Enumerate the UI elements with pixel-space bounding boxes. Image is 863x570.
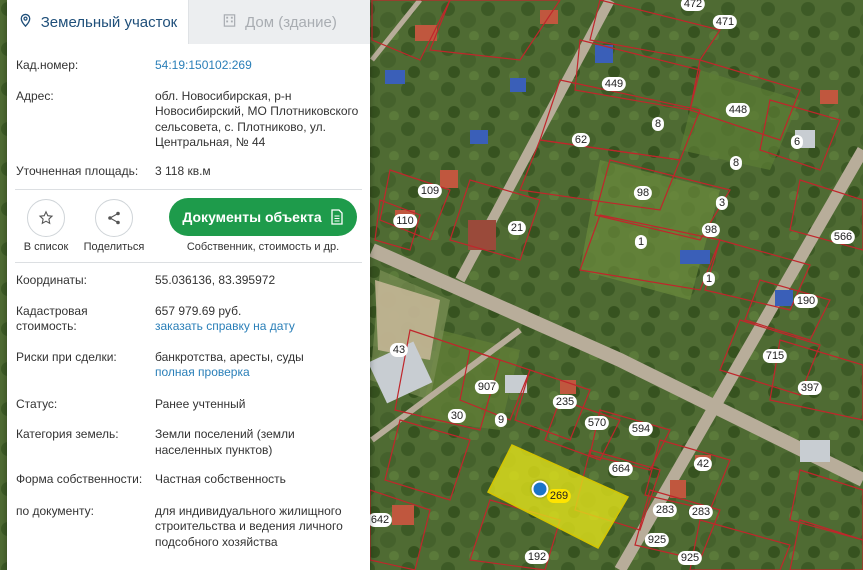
parcel-label[interactable]: 42 <box>693 457 713 471</box>
status-value: Ранее учтенный <box>155 396 246 411</box>
field-label: Кад.номер: <box>16 58 79 72</box>
by-document-value: для индивидуального жилищного строительс… <box>155 503 343 549</box>
risks-value: банкротства, аресты, суды <box>155 349 304 364</box>
order-certificate-link[interactable]: заказать справку на дату <box>155 319 362 335</box>
parcel-label[interactable]: 1 <box>634 235 648 249</box>
coordinates-value: 55.036136, 83.395972 <box>155 273 276 287</box>
land-category-value: Земли поселений (земли населенных пункто… <box>155 427 295 457</box>
divider <box>15 189 362 190</box>
ownership-value: Частная собственность <box>155 472 286 486</box>
highlighted-parcel-label[interactable]: 269 <box>546 489 572 503</box>
tab-label: Дом (здание) <box>245 13 337 31</box>
parcel-label[interactable]: 664 <box>608 462 634 476</box>
parcel-label[interactable]: 30 <box>447 409 467 423</box>
parcel-label[interactable]: 8 <box>729 156 743 170</box>
parcel-label[interactable]: 925 <box>677 551 703 565</box>
land-category-row: Категория земель: Земли поселений (земли… <box>15 427 370 458</box>
parcel-label[interactable]: 471 <box>712 15 738 29</box>
parcel-label[interactable]: 283 <box>688 505 714 519</box>
divider <box>15 262 362 263</box>
parcel-label[interactable]: 594 <box>628 422 654 436</box>
parcel-label[interactable]: 8 <box>651 117 665 131</box>
field-label: Координаты: <box>16 273 87 287</box>
cadastral-value-amount: 657 979.69 руб. <box>155 303 242 318</box>
property-info-panel: Земельный участок Дом (здание) Кад.номер… <box>7 0 370 570</box>
object-documents-button[interactable]: Документы объекта <box>169 198 357 236</box>
parcel-label[interactable]: 566 <box>830 230 856 244</box>
document-icon <box>330 209 343 225</box>
address-value: обл. Новосибирская, р-н Новосибирский, М… <box>155 88 359 150</box>
parcel-label[interactable]: 570 <box>584 416 610 430</box>
parcel-label[interactable]: 6 <box>790 135 804 149</box>
parcel-label[interactable]: 3 <box>715 196 729 210</box>
star-icon <box>38 210 54 225</box>
status-row: Статус: Ранее учтенный <box>15 397 370 413</box>
area-row: Уточненная площадь: 3 118 кв.м <box>15 164 370 180</box>
parcel-label[interactable]: 449 <box>601 77 627 91</box>
parcel-label[interactable]: 109 <box>417 184 443 198</box>
by-document-row: по документу: для индивидуального жилищн… <box>15 504 370 551</box>
coordinates-row: Координаты: 55.036136, 83.395972 <box>15 273 370 289</box>
risks-row: Риски при сделки: банкротства, аресты, с… <box>15 350 370 381</box>
tab-label: Земельный участок <box>40 13 178 31</box>
cadastral-number-value[interactable]: 54:19:150102:269 <box>155 58 370 74</box>
tab-house-building[interactable]: Дом (здание) <box>188 0 370 44</box>
field-label: Риски при сделки: <box>16 349 117 364</box>
add-to-list-label: В список <box>23 241 69 253</box>
ownership-row: Форма собственности: Частная собственнос… <box>15 472 370 488</box>
tab-land-plot[interactable]: Земельный участок <box>7 0 188 44</box>
share-button[interactable] <box>95 199 133 237</box>
cadastral-number-row: Кад.номер: 54:19:150102:269 <box>15 58 370 74</box>
share-label: Поделиться <box>83 241 145 253</box>
documents-subtitle: Собственник, стоимость и др. <box>186 241 340 253</box>
parcel-label[interactable]: 190 <box>793 294 819 308</box>
parcel-label[interactable]: 283 <box>652 503 678 517</box>
tab-bar: Земельный участок Дом (здание) <box>7 0 370 44</box>
parcel-label[interactable]: 9 <box>494 413 508 427</box>
add-to-list-button[interactable] <box>27 199 65 237</box>
parcel-label[interactable]: 110 <box>393 214 417 228</box>
parcel-label[interactable]: 43 <box>389 343 409 357</box>
full-check-link[interactable]: полная проверка <box>155 365 362 381</box>
parcel-label[interactable]: 448 <box>725 103 751 117</box>
parcel-label[interactable]: 192 <box>524 550 550 564</box>
parcel-label[interactable]: 21 <box>507 221 527 235</box>
cadastral-value-row: Кадастровая стоимость: 657 979.69 руб. з… <box>15 304 370 335</box>
field-label: Форма собственности: <box>16 472 143 486</box>
parcel-label[interactable]: 642 <box>367 513 393 527</box>
address-row: Адрес: обл. Новосибирская, р-н Новосибир… <box>15 89 370 151</box>
documents-button-label: Документы объекта <box>182 209 322 225</box>
building-icon <box>222 13 237 32</box>
parcel-label[interactable]: 715 <box>762 349 788 363</box>
share-icon <box>108 211 120 225</box>
parcel-label[interactable]: 472 <box>680 0 706 11</box>
area-value: 3 118 кв.м <box>155 163 211 178</box>
field-label: Адрес: <box>16 88 54 103</box>
map-pin-icon <box>18 13 33 32</box>
parcel-label[interactable]: 98 <box>701 223 721 237</box>
field-label: Кадастровая стоимость: <box>16 303 88 334</box>
parcel-label[interactable]: 397 <box>797 381 823 395</box>
location-marker-icon[interactable] <box>531 480 549 498</box>
parcel-label[interactable]: 62 <box>571 133 591 147</box>
field-label: по документу: <box>16 503 94 518</box>
field-label: Категория земель: <box>16 427 119 441</box>
field-label: Статус: <box>16 396 58 411</box>
parcel-label[interactable]: 907 <box>474 380 500 394</box>
parcel-label[interactable]: 925 <box>644 533 670 547</box>
parcel-label[interactable]: 98 <box>633 186 653 200</box>
field-label: Уточненная площадь: <box>16 163 139 178</box>
parcel-label[interactable]: 235 <box>552 395 578 409</box>
parcel-label[interactable]: 1 <box>702 272 716 286</box>
